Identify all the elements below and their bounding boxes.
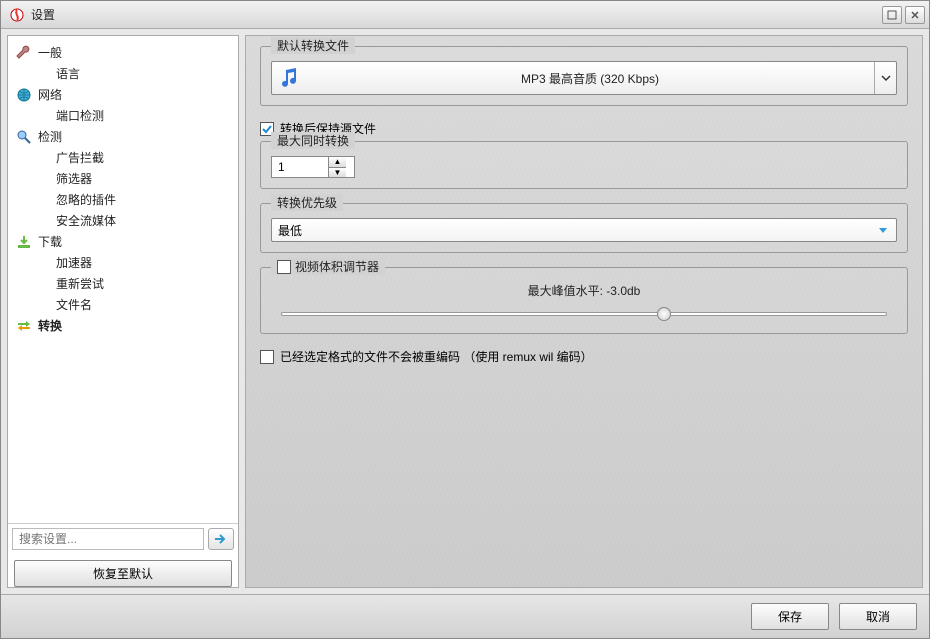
priority-value: 最低	[278, 222, 876, 239]
cat-label: 网络	[38, 86, 62, 103]
group-default-profile: 默认转换文件 MP3 最高音质 (320 Kbps)	[260, 46, 908, 106]
dropdown-arrow-icon	[876, 223, 890, 237]
footer: 保存 取消	[1, 594, 929, 638]
peak-label: 最大峰值水平: -3.0db	[271, 282, 897, 299]
group-legend: 默认转换文件	[271, 37, 355, 54]
volume-legend-text: 视频体积调节器	[295, 258, 379, 275]
sub-retry[interactable]: 重新尝试	[12, 273, 234, 294]
sidebar: 一般 语言 网络 端口检测 检测 广告拦截 筛选器 忽略的插件 安全流媒体	[7, 35, 239, 588]
titlebar: 设置	[1, 1, 929, 29]
peak-slider[interactable]	[281, 305, 887, 323]
cat-network[interactable]: 网络	[12, 84, 234, 105]
convert-icon	[16, 318, 32, 334]
priority-combo[interactable]: 最低	[271, 218, 897, 242]
cat-detect[interactable]: 检测	[12, 126, 234, 147]
slider-thumb[interactable]	[657, 307, 671, 321]
sub-language[interactable]: 语言	[12, 63, 234, 84]
music-note-icon	[272, 66, 306, 90]
max-concurrent-spinner[interactable]: ▲ ▼	[271, 156, 355, 178]
max-concurrent-input[interactable]	[272, 160, 328, 174]
keep-source-checkbox[interactable]: 转换后保持源文件	[260, 120, 908, 137]
arrow-right-icon	[214, 533, 228, 545]
sub-accelerator[interactable]: 加速器	[12, 252, 234, 273]
search-input[interactable]	[12, 528, 204, 550]
cat-label: 转换	[38, 317, 62, 334]
window-title: 设置	[31, 6, 879, 23]
restore-defaults-button[interactable]: 恢复至默认	[14, 560, 232, 587]
search-row	[8, 523, 238, 554]
search-go-button[interactable]	[208, 528, 234, 550]
sub-filter[interactable]: 筛选器	[12, 168, 234, 189]
magnifier-icon	[16, 129, 32, 145]
spinner-down[interactable]: ▼	[329, 168, 346, 178]
cat-label: 检测	[38, 128, 62, 145]
cat-download[interactable]: 下载	[12, 231, 234, 252]
sub-ignored-plugins[interactable]: 忽略的插件	[12, 189, 234, 210]
cancel-button[interactable]: 取消	[839, 603, 917, 630]
remux-label: 已经选定格式的文件不会被重编码 （使用 remux wil 编码）	[280, 348, 593, 365]
window-body: 一般 语言 网络 端口检测 检测 广告拦截 筛选器 忽略的插件 安全流媒体	[1, 29, 929, 594]
globe-icon	[16, 87, 32, 103]
group-legend: 视频体积调节器	[271, 258, 385, 275]
restore-row: 恢复至默认	[8, 554, 238, 587]
close-button[interactable]	[905, 6, 925, 24]
cat-label: 下载	[38, 233, 62, 250]
sub-port[interactable]: 端口检测	[12, 105, 234, 126]
maximize-button[interactable]	[882, 6, 902, 24]
cat-convert[interactable]: 转换	[12, 315, 234, 336]
main-panel: 默认转换文件 MP3 最高音质 (320 Kbps) 转换后保持源文件 最大同时…	[245, 35, 923, 588]
group-volume: 视频体积调节器 最大峰值水平: -3.0db	[260, 267, 908, 334]
sub-secure-stream[interactable]: 安全流媒体	[12, 210, 234, 231]
volume-checkbox[interactable]	[277, 260, 291, 274]
app-icon	[9, 7, 25, 23]
sub-adblock[interactable]: 广告拦截	[12, 147, 234, 168]
wrench-icon	[16, 45, 32, 61]
chevron-down-icon	[874, 62, 896, 94]
profile-combo[interactable]: MP3 最高音质 (320 Kbps)	[271, 61, 897, 95]
settings-window: 设置 一般 语言 网络 端口检测 检测 广告拦截	[0, 0, 930, 639]
download-icon	[16, 234, 32, 250]
spinner-buttons: ▲ ▼	[328, 157, 346, 177]
save-button[interactable]: 保存	[751, 603, 829, 630]
group-legend: 转换优先级	[271, 194, 343, 211]
group-priority: 转换优先级 最低	[260, 203, 908, 253]
checkbox-icon	[260, 350, 274, 364]
cat-general[interactable]: 一般	[12, 42, 234, 63]
settings-tree: 一般 语言 网络 端口检测 检测 广告拦截 筛选器 忽略的插件 安全流媒体	[8, 36, 238, 523]
sub-filename[interactable]: 文件名	[12, 294, 234, 315]
slider-track	[281, 312, 887, 316]
remux-checkbox[interactable]: 已经选定格式的文件不会被重编码 （使用 remux wil 编码）	[260, 348, 908, 365]
spinner-up[interactable]: ▲	[329, 157, 346, 168]
group-max-concurrent: 最大同时转换 ▲ ▼	[260, 141, 908, 189]
cat-label: 一般	[38, 44, 62, 61]
group-legend: 最大同时转换	[271, 132, 355, 149]
profile-combo-text: MP3 最高音质 (320 Kbps)	[306, 70, 874, 87]
